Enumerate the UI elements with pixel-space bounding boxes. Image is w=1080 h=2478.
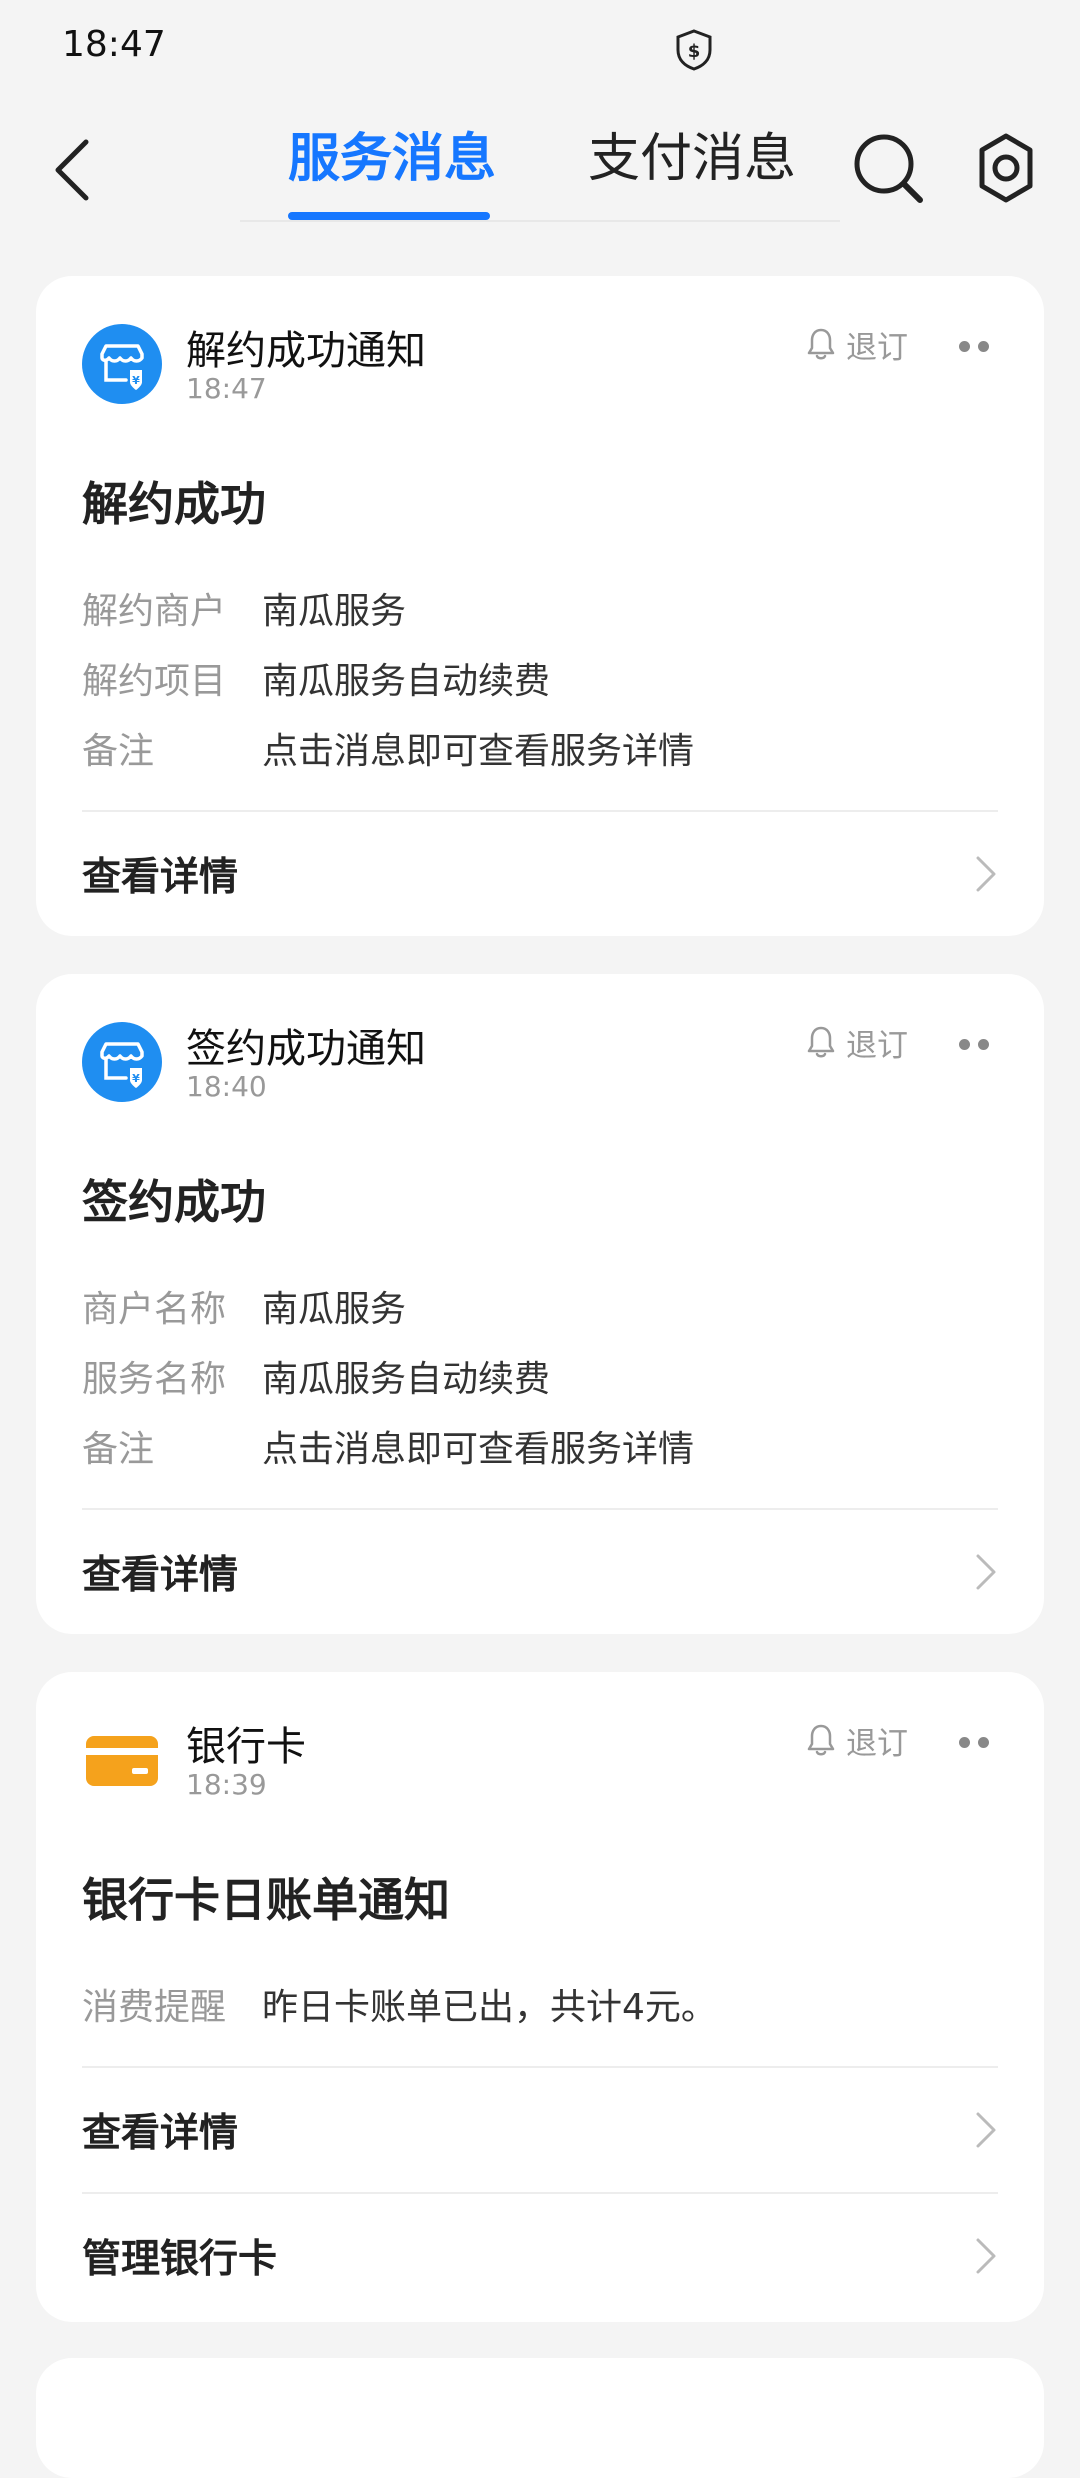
action-label: 查看详情 — [82, 855, 239, 900]
store-yuan-icon: ¥ — [82, 1022, 162, 1102]
field-label: 备注 — [82, 1429, 155, 1470]
divider — [82, 810, 998, 812]
message-card[interactable]: 银行卡 18:39 退订 银行卡日账单通知 消费提醒 昨日卡账单已出，共计4元。… — [36, 1672, 1044, 2322]
field-value: 南瓜服务 — [262, 591, 407, 632]
bank-card-icon — [82, 1720, 162, 1800]
view-details-button[interactable]: 查看详情 — [82, 2080, 998, 2180]
dot-icon — [978, 1736, 989, 1748]
view-details-button[interactable]: 查看详情 — [82, 1522, 998, 1622]
dot-icon — [959, 1038, 970, 1050]
field-value: 南瓜服务 — [262, 1289, 407, 1330]
action-label: 管理银行卡 — [82, 2237, 278, 2282]
divider — [82, 2066, 998, 2068]
tab-service-messages[interactable]: 服务消息 — [288, 124, 496, 194]
field-value: 点击消息即可查看服务详情 — [262, 1429, 695, 1470]
field-value: 点击消息即可查看服务详情 — [262, 731, 695, 772]
field-value: 南瓜服务自动续费 — [262, 661, 551, 702]
card-heading: 签约成功 — [82, 1175, 266, 1229]
card-heading: 银行卡日账单通知 — [82, 1873, 450, 1927]
settings-button[interactable] — [966, 128, 1046, 208]
chevron-left-icon — [55, 139, 89, 201]
field-row: 商户名称 南瓜服务 — [82, 1276, 406, 1336]
card-heading: 解约成功 — [82, 477, 266, 531]
unsubscribe-button[interactable]: 退订 — [806, 1716, 908, 1764]
divider — [82, 2192, 998, 2194]
search-icon — [854, 134, 923, 203]
field-label: 备注 — [82, 731, 155, 772]
tab-payment-messages[interactable]: 支付消息 — [588, 124, 796, 194]
card-title: 签约成功通知 — [186, 1026, 426, 1072]
store-yuan-icon: ¥ — [82, 324, 162, 404]
more-options-button[interactable] — [948, 328, 1000, 364]
card-time: 18:40 — [186, 1070, 267, 1103]
more-options-button[interactable] — [948, 1724, 1000, 1760]
svg-text:$: $ — [688, 41, 701, 62]
dot-icon — [959, 1736, 970, 1748]
bell-icon — [807, 328, 835, 360]
action-label: 查看详情 — [82, 1553, 239, 1598]
bell-icon — [807, 1724, 835, 1756]
field-row: 备注 点击消息即可查看服务详情 — [82, 1416, 694, 1476]
card-title: 银行卡 — [186, 1724, 306, 1770]
field-row: 解约商户 南瓜服务 — [82, 578, 406, 638]
unsubscribe-button[interactable]: 退订 — [806, 1018, 908, 1066]
manage-bank-card-button[interactable]: 管理银行卡 — [82, 2206, 998, 2306]
unsubscribe-label: 退订 — [846, 1027, 908, 1064]
field-row: 备注 点击消息即可查看服务详情 — [82, 718, 694, 778]
search-button[interactable] — [848, 128, 928, 208]
message-card[interactable]: ¥ 解约成功通知 18:47 退订 解约成功 解约商户 南瓜服务 解约项目 南瓜… — [36, 276, 1044, 936]
field-value: 南瓜服务自动续费 — [262, 1359, 551, 1400]
svg-text:¥: ¥ — [132, 1072, 140, 1085]
field-label: 消费提醒 — [82, 1987, 227, 2028]
card-time: 18:47 — [186, 372, 267, 405]
svg-text:¥: ¥ — [132, 374, 140, 387]
tab-divider — [240, 220, 840, 222]
status-bar: 18:47 $ — [0, 0, 1080, 100]
chevron-right-icon — [976, 2238, 996, 2274]
dot-icon — [959, 340, 970, 352]
unsubscribe-label: 退订 — [846, 329, 908, 366]
chevron-right-icon — [976, 1554, 996, 1590]
field-label: 服务名称 — [82, 1359, 227, 1400]
divider — [82, 1508, 998, 1510]
field-row: 服务名称 南瓜服务自动续费 — [82, 1346, 550, 1406]
active-tab-indicator — [288, 212, 490, 220]
field-value: 昨日卡账单已出，共计4元。 — [262, 1987, 717, 2028]
message-card[interactable] — [36, 2358, 1044, 2478]
dot-icon — [978, 1038, 989, 1050]
bell-icon — [807, 1026, 835, 1058]
field-label: 解约商户 — [82, 591, 227, 632]
unsubscribe-label: 退订 — [846, 1725, 908, 1762]
field-row: 解约项目 南瓜服务自动续费 — [82, 648, 550, 708]
status-time: 18:47 — [62, 24, 166, 65]
gear-icon — [979, 133, 1033, 203]
card-time: 18:39 — [186, 1768, 267, 1801]
shield-dollar-icon: $ — [674, 28, 714, 72]
message-card[interactable]: ¥ 签约成功通知 18:40 退订 签约成功 商户名称 南瓜服务 服务名称 南瓜… — [36, 974, 1044, 1634]
header: 服务消息 支付消息 — [0, 100, 1080, 240]
action-label: 查看详情 — [82, 2111, 239, 2156]
dot-icon — [978, 340, 989, 352]
back-button[interactable] — [40, 130, 104, 210]
field-label: 商户名称 — [82, 1289, 227, 1330]
card-title: 解约成功通知 — [186, 328, 426, 374]
unsubscribe-button[interactable]: 退订 — [806, 320, 908, 368]
view-details-button[interactable]: 查看详情 — [82, 824, 998, 924]
field-label: 解约项目 — [82, 661, 227, 702]
field-row: 消费提醒 昨日卡账单已出，共计4元。 — [82, 1974, 717, 2034]
chevron-right-icon — [976, 2112, 996, 2148]
chevron-right-icon — [976, 856, 996, 892]
more-options-button[interactable] — [948, 1026, 1000, 1062]
